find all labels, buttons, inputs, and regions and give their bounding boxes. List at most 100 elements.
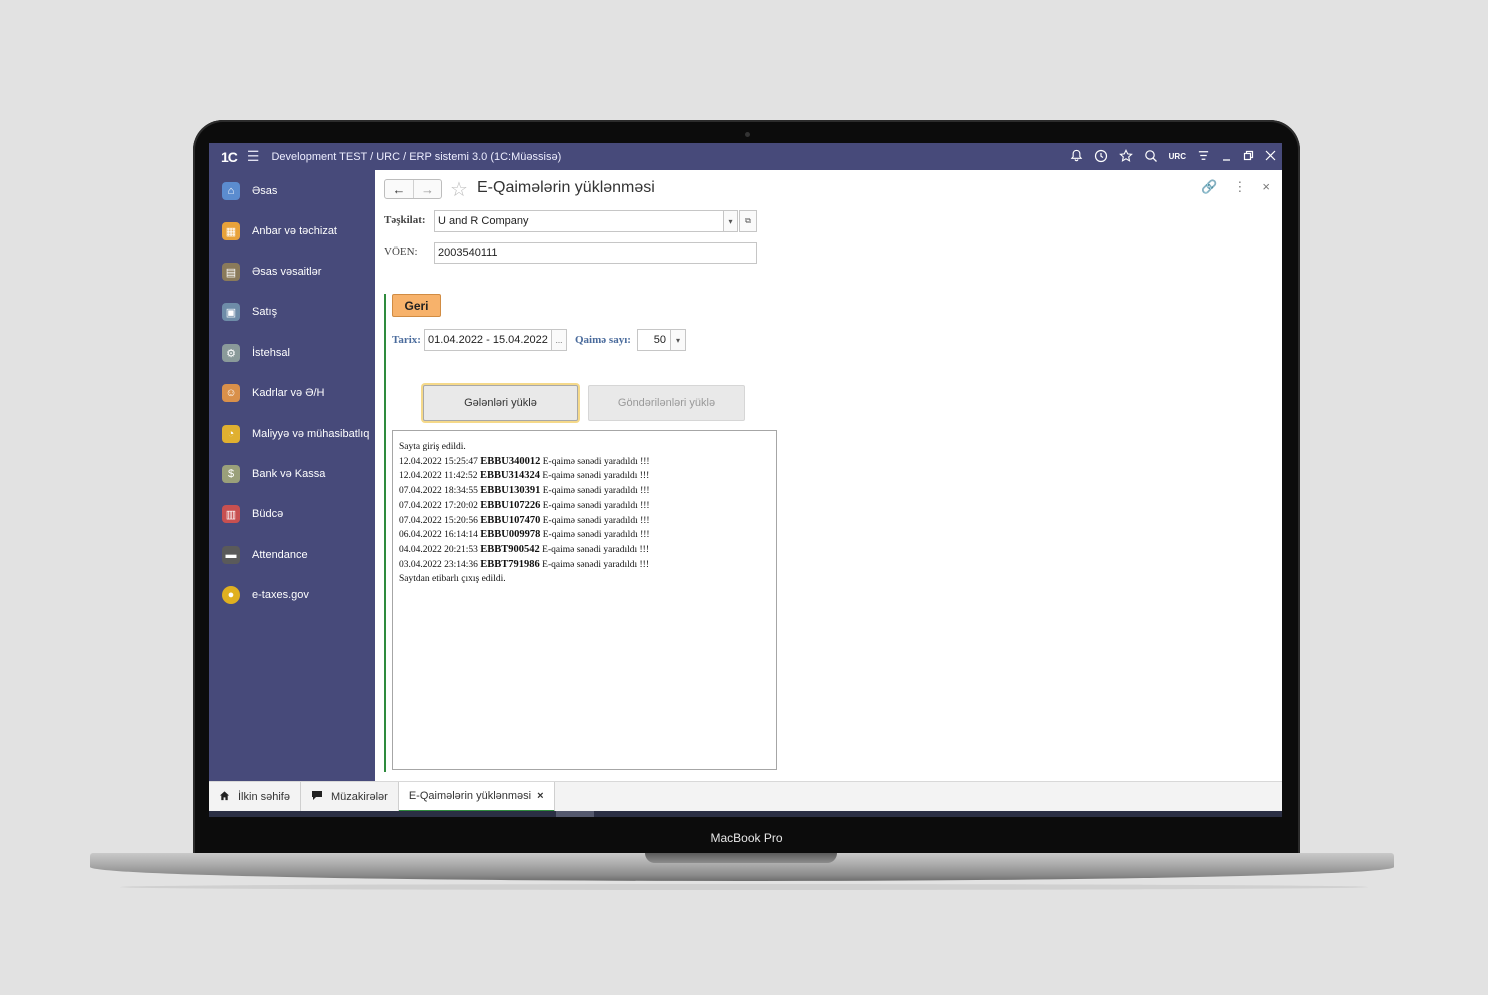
log-line: Sayta giriş edildi.	[399, 442, 466, 452]
budget-icon: ▥	[222, 505, 240, 523]
count-label: Qaimə sayı:	[575, 334, 631, 346]
count-dropdown-button[interactable]: ▾	[670, 329, 686, 351]
attendance-icon: ▬	[222, 546, 240, 564]
page-title: E-Qaimələrin yüklənməsi	[477, 179, 655, 196]
screen: 1С ☰ Development TEST / URC / ERP sistem…	[209, 143, 1282, 817]
sidebar-item-label: Anbar və təchizat	[252, 225, 337, 237]
sidebar-item-label: Satış	[252, 306, 278, 318]
log-line: 07.04.2022 15:20:56 EBBU107470 E-qaimə s…	[399, 514, 650, 526]
boxes-icon: ▦	[222, 222, 240, 240]
sidebar-item-label: e-taxes.gov	[252, 589, 309, 601]
app-title: Development TEST / URC / ERP sistemi 3.0…	[271, 150, 562, 163]
sidebar-item-esas[interactable]: ⌂ Əsas	[209, 176, 375, 206]
org-dropdown-button[interactable]: ▾	[723, 210, 738, 232]
forward-button[interactable]: →	[412, 180, 441, 198]
log-output: Sayta giriş edildi. 12.04.2022 15:25:47 …	[392, 430, 777, 770]
back-geri-button[interactable]: Geri	[392, 294, 441, 317]
sidebar-item-label: İstehsal	[252, 347, 290, 359]
sidebar-item-attendance[interactable]: ▬ Attendance	[209, 540, 375, 570]
chat-icon	[311, 790, 323, 804]
nav-buttons: ← →	[384, 179, 442, 199]
log-line: 07.04.2022 18:34:55 EBBU130391 E-qaimə s…	[399, 485, 650, 497]
camera	[745, 132, 750, 137]
tab-discussions[interactable]: Müzakirələr	[301, 781, 399, 812]
bottom-strip	[209, 811, 1282, 817]
link-icon[interactable]: 🔗	[1201, 179, 1217, 195]
more-icon[interactable]: ⋮	[1233, 179, 1246, 195]
log-line: Saytdan etibarlı çıxış edildi.	[399, 574, 506, 585]
count-field[interactable]: 50	[637, 329, 671, 351]
tab-close-icon[interactable]: ×	[537, 790, 543, 802]
load-outgoing-button[interactable]: Göndərilənləri yüklə	[588, 385, 745, 421]
device-brand: MacBook Pro	[710, 831, 783, 845]
sidebar-item-label: Bank və Kassa	[252, 468, 326, 480]
form-area: ← → ☆ E-Qaimələrin yüklənməsi 🔗 ⋮ × Təşk…	[375, 170, 1282, 781]
org-label: Təşkilat:	[384, 214, 426, 226]
app-titlebar: 1С ☰ Development TEST / URC / ERP sistem…	[209, 143, 1282, 170]
favorite-star-icon[interactable]: ☆	[450, 177, 468, 202]
search-icon[interactable]	[1144, 149, 1158, 165]
sidebar-item-anbar[interactable]: ▦ Anbar və təchizat	[209, 216, 375, 246]
log-line: 07.04.2022 17:20:02 EBBU107226 E-qaimə s…	[399, 499, 650, 511]
log-line: 03.04.2022 23:14:36 EBBT791986 E-qaimə s…	[399, 558, 650, 570]
sidebar-item-esas-vesaitler[interactable]: ▤ Əsas vəsaitlər	[209, 257, 375, 287]
sidebar-item-satis[interactable]: ▣ Satış	[209, 297, 375, 327]
laptop-shadow	[120, 884, 1368, 890]
sidebar-item-etaxes[interactable]: ● e-taxes.gov	[209, 580, 375, 610]
cash-register-icon: ▣	[222, 303, 240, 321]
settings-icon[interactable]	[1197, 149, 1210, 164]
load-incoming-button[interactable]: Gələnləri yüklə	[423, 385, 578, 421]
tab-e-qaimeler[interactable]: E-Qaimələrin yüklənməsi ×	[398, 781, 555, 812]
sidebar-item-budce[interactable]: ▥ Büdcə	[209, 499, 375, 529]
tab-label: Müzakirələr	[330, 790, 388, 803]
org-field[interactable]: U and R Company	[434, 210, 724, 232]
star-icon[interactable]	[1118, 148, 1133, 165]
date-picker-button[interactable]: ...	[551, 329, 567, 351]
app-logo: 1С	[221, 148, 238, 165]
taxes-icon: ●	[222, 586, 240, 604]
main-menu-icon[interactable]: ☰	[247, 148, 260, 165]
people-icon: ☺	[222, 384, 240, 402]
minimize-icon[interactable]	[1221, 149, 1232, 164]
bell-icon[interactable]	[1070, 149, 1083, 164]
org-open-button[interactable]: ⧉	[739, 210, 757, 232]
log-line: 06.04.2022 16:14:14 EBBU009978 E-qaimə s…	[399, 529, 650, 541]
tab-label: İlkin səhifə	[238, 790, 290, 803]
user-name[interactable]: URC	[1169, 152, 1186, 161]
finance-icon: ◔	[222, 425, 240, 443]
sidebar-item-bank[interactable]: $ Bank və Kassa	[209, 459, 375, 489]
sidebar-item-maliyye[interactable]: ◔ Maliyyə və mühasibatlıq	[209, 419, 375, 449]
history-icon[interactable]	[1094, 149, 1108, 165]
bottom-tabbar: İlkin səhifə Müzakirələr E-Qaimələrin yü…	[209, 781, 1282, 812]
sidebar: ⌂ Əsas ▦ Anbar və təchizat ▤ Əsas vəsait…	[209, 170, 375, 781]
bank-icon: $	[222, 465, 240, 483]
form-close-icon[interactable]: ×	[1262, 179, 1270, 195]
restore-icon[interactable]	[1243, 150, 1254, 163]
sidebar-item-label: Attendance	[252, 549, 308, 561]
titlebar-tools: URC	[1070, 143, 1276, 170]
log-line: 12.04.2022 11:42:52 EBBU314324 E-qaimə s…	[399, 470, 650, 482]
laptop-base	[90, 853, 1394, 881]
back-button[interactable]: ←	[385, 180, 413, 198]
sidebar-item-label: Əsas	[252, 185, 278, 197]
sidebar-item-label: Kadrlar və Ə/H	[252, 387, 325, 399]
form-tools: 🔗 ⋮ ×	[1201, 179, 1270, 195]
factory-icon: ⚙	[222, 344, 240, 362]
home-icon	[219, 790, 230, 804]
log-line: 12.04.2022 15:25:47 EBBU340012 E-qaimə s…	[399, 455, 650, 467]
sidebar-item-label: Əsas vəsaitlər	[252, 266, 322, 278]
sidebar-item-istehsal[interactable]: ⚙ İstehsal	[209, 338, 375, 368]
sidebar-item-kadrlar[interactable]: ☺ Kadrlar və Ə/H	[209, 378, 375, 408]
tab-home[interactable]: İlkin səhifə	[209, 781, 301, 812]
voen-field[interactable]: 2003540111	[434, 242, 757, 264]
scroll-knob[interactable]	[556, 811, 594, 817]
date-range-field[interactable]: 01.04.2022 - 15.04.2022	[424, 329, 553, 351]
tab-label: E-Qaimələrin yüklənməsi	[408, 789, 532, 802]
date-label: Tarix:	[392, 334, 421, 346]
close-icon[interactable]	[1265, 150, 1276, 163]
voen-label: VÖEN:	[384, 246, 418, 258]
home-icon: ⌂	[222, 182, 240, 200]
log-line: 04.04.2022 20:21:53 EBBT900542 E-qaimə s…	[399, 543, 650, 555]
group-indicator	[384, 294, 386, 772]
assets-icon: ▤	[222, 263, 240, 281]
